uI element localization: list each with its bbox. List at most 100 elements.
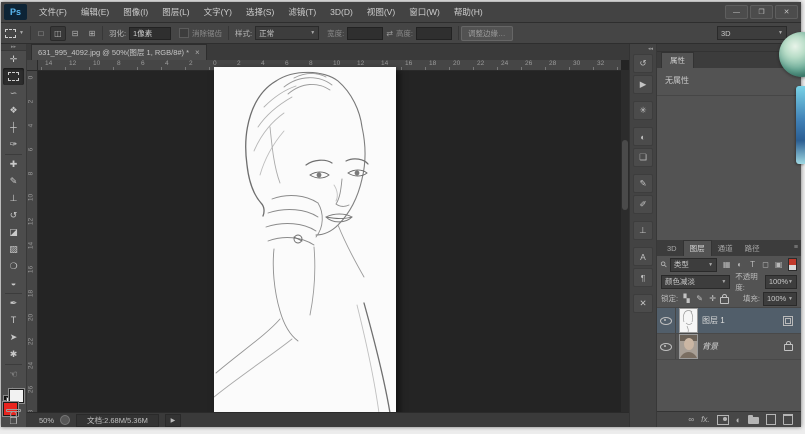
- quick-selection-tool[interactable]: ❖: [3, 102, 24, 119]
- tab-通道[interactable]: 通道: [712, 241, 739, 256]
- intersect-selection-icon[interactable]: ⊞: [84, 26, 100, 41]
- history-panel-icon[interactable]: ↺: [633, 54, 653, 73]
- new-layer-icon[interactable]: [766, 414, 776, 425]
- smart-object-filter-icon[interactable]: ▣: [772, 259, 785, 271]
- layer-name[interactable]: 背景: [702, 341, 784, 352]
- pixel-filter-icon[interactable]: ▦: [720, 259, 733, 271]
- layers-panel-menu-icon[interactable]: ≡: [794, 244, 798, 251]
- link-layers-icon[interactable]: ∞: [688, 415, 694, 424]
- new-group-icon[interactable]: [748, 415, 759, 424]
- new-selection-icon[interactable]: □: [33, 26, 49, 41]
- filter-kind-select[interactable]: 类型 ▼: [669, 257, 718, 272]
- menu-window[interactable]: 窗口(W): [402, 2, 447, 22]
- document-tab[interactable]: 631_995_4092.jpg @ 50%(图层 1, RGB/8#) * ×: [31, 44, 207, 60]
- menu-filter[interactable]: 滤镜(T): [281, 2, 323, 22]
- tab-路径[interactable]: 路径: [739, 241, 766, 256]
- move-tool[interactable]: ✛: [3, 51, 24, 68]
- quick-mask-mode-icon[interactable]: [6, 409, 21, 418]
- menu-view[interactable]: 视图(V): [360, 2, 402, 22]
- masks-panel-icon[interactable]: ◐: [633, 127, 653, 146]
- menu-file[interactable]: 文件(F): [32, 2, 74, 22]
- refine-edge-button[interactable]: 调整边缘…: [461, 25, 513, 41]
- actions-panel-icon[interactable]: ▶: [633, 75, 653, 94]
- tool-presets-panel-icon[interactable]: ✕: [633, 294, 653, 313]
- lock-transparent-icon[interactable]: ▚: [681, 294, 692, 304]
- filter-toggle-icon[interactable]: [788, 258, 797, 271]
- layer-visibility-toggle[interactable]: [657, 334, 676, 359]
- pen-tool[interactable]: ✒: [3, 295, 24, 312]
- feather-input[interactable]: 1像素: [129, 26, 172, 40]
- menu-type[interactable]: 文字(Y): [197, 2, 239, 22]
- restore-button[interactable]: ❐: [750, 5, 773, 19]
- tool-preset-picker[interactable]: ▼: [1, 28, 28, 38]
- status-menu-arrow-icon[interactable]: ▶: [164, 413, 181, 427]
- menu-select[interactable]: 选择(S): [239, 2, 281, 22]
- lock-pixels-icon[interactable]: ✎: [694, 294, 705, 304]
- style-select[interactable]: 正常 ▼: [255, 26, 320, 40]
- hand-tool[interactable]: ☜: [3, 366, 24, 383]
- delete-layer-icon[interactable]: [783, 414, 793, 425]
- paragraph-panel-icon[interactable]: ¶: [633, 268, 653, 287]
- character-panel-icon[interactable]: A: [633, 247, 653, 266]
- close-button[interactable]: ✕: [775, 5, 798, 19]
- new-adjustment-layer-icon[interactable]: ◐: [736, 415, 741, 425]
- zoom-level[interactable]: 50%: [39, 416, 54, 425]
- lock-all-icon[interactable]: [720, 293, 730, 304]
- eyedropper-tool[interactable]: ✑: [3, 136, 24, 153]
- styles-panel-icon[interactable]: ❏: [633, 148, 653, 167]
- clone-stamp-tool[interactable]: ⊥: [3, 190, 24, 207]
- spot-healing-brush-tool[interactable]: ✚: [3, 156, 24, 173]
- brush-presets-panel-icon[interactable]: ✐: [633, 195, 653, 214]
- layer-thumbnail[interactable]: [679, 334, 698, 359]
- gradient-tool[interactable]: ▨: [3, 241, 24, 258]
- eraser-tool[interactable]: ◪: [3, 224, 24, 241]
- height-input[interactable]: [416, 26, 453, 40]
- subtract-from-selection-icon[interactable]: ⊟: [67, 26, 83, 41]
- history-brush-tool[interactable]: ↺: [3, 207, 24, 224]
- lasso-tool[interactable]: ∽: [3, 85, 24, 102]
- fill-value[interactable]: 100% ▼: [763, 291, 797, 306]
- swap-dimensions-icon[interactable]: ⇄: [386, 29, 393, 38]
- antialias-checkbox[interactable]: [179, 28, 190, 38]
- width-input[interactable]: [347, 26, 384, 40]
- rectangular-marquee-tool[interactable]: [3, 68, 24, 85]
- layer-style-fx-icon[interactable]: fx.: [701, 415, 709, 424]
- toolbox-grip[interactable]: ▸▸: [1, 44, 26, 51]
- tab-properties[interactable]: 属性: [661, 52, 694, 68]
- canvas[interactable]: [214, 67, 396, 412]
- workspace-switcher[interactable]: 3D ▼: [717, 26, 787, 40]
- add-layer-mask-icon[interactable]: [716, 414, 729, 425]
- layer-name[interactable]: 图层 1: [702, 315, 783, 326]
- brush-panel-icon[interactable]: ✎: [633, 174, 653, 193]
- menu-image[interactable]: 图像(I): [116, 2, 155, 22]
- lock-position-icon[interactable]: ✛: [707, 294, 718, 304]
- crop-tool[interactable]: ┼: [3, 119, 24, 136]
- tab-3D[interactable]: 3D: [661, 241, 683, 256]
- type-filter-icon[interactable]: T: [746, 259, 759, 271]
- vertical-ruler[interactable]: 0246810121416182022242628: [27, 70, 38, 412]
- vertical-scrollbar[interactable]: [621, 70, 629, 412]
- opacity-value[interactable]: 100% ▼: [764, 274, 797, 289]
- clone-source-panel-icon[interactable]: ⊥: [633, 221, 653, 240]
- adjustments-panel-icon[interactable]: ✳: [633, 101, 653, 120]
- layer-row[interactable]: 图层 1: [657, 308, 801, 334]
- dodge-tool[interactable]: ◒: [3, 275, 24, 292]
- menu-layer[interactable]: 图层(L): [155, 2, 196, 22]
- custom-shape-tool[interactable]: ✱: [3, 346, 24, 363]
- tab-图层[interactable]: 图层: [682, 240, 712, 256]
- type-tool[interactable]: T: [3, 312, 24, 329]
- add-to-selection-icon[interactable]: ◫: [49, 25, 66, 41]
- path-selection-tool[interactable]: ➤: [3, 329, 24, 346]
- layer-visibility-toggle[interactable]: [657, 308, 676, 333]
- blur-tool[interactable]: ❍: [3, 258, 24, 275]
- menu-help[interactable]: 帮助(H): [447, 2, 490, 22]
- collapse-dock-icon[interactable]: ◂◂: [630, 44, 656, 53]
- minimize-button[interactable]: —: [725, 5, 748, 19]
- brush-tool[interactable]: ✎: [3, 173, 24, 190]
- blend-mode-select[interactable]: 颜色减淡 ▼: [661, 274, 731, 289]
- scrollbar-thumb[interactable]: [622, 140, 628, 210]
- adjustment-filter-icon[interactable]: ◐: [733, 259, 746, 271]
- menu-edit[interactable]: 编辑(E): [74, 2, 116, 22]
- layer-thumbnail[interactable]: [679, 308, 698, 333]
- tab-close-icon[interactable]: ×: [195, 48, 200, 57]
